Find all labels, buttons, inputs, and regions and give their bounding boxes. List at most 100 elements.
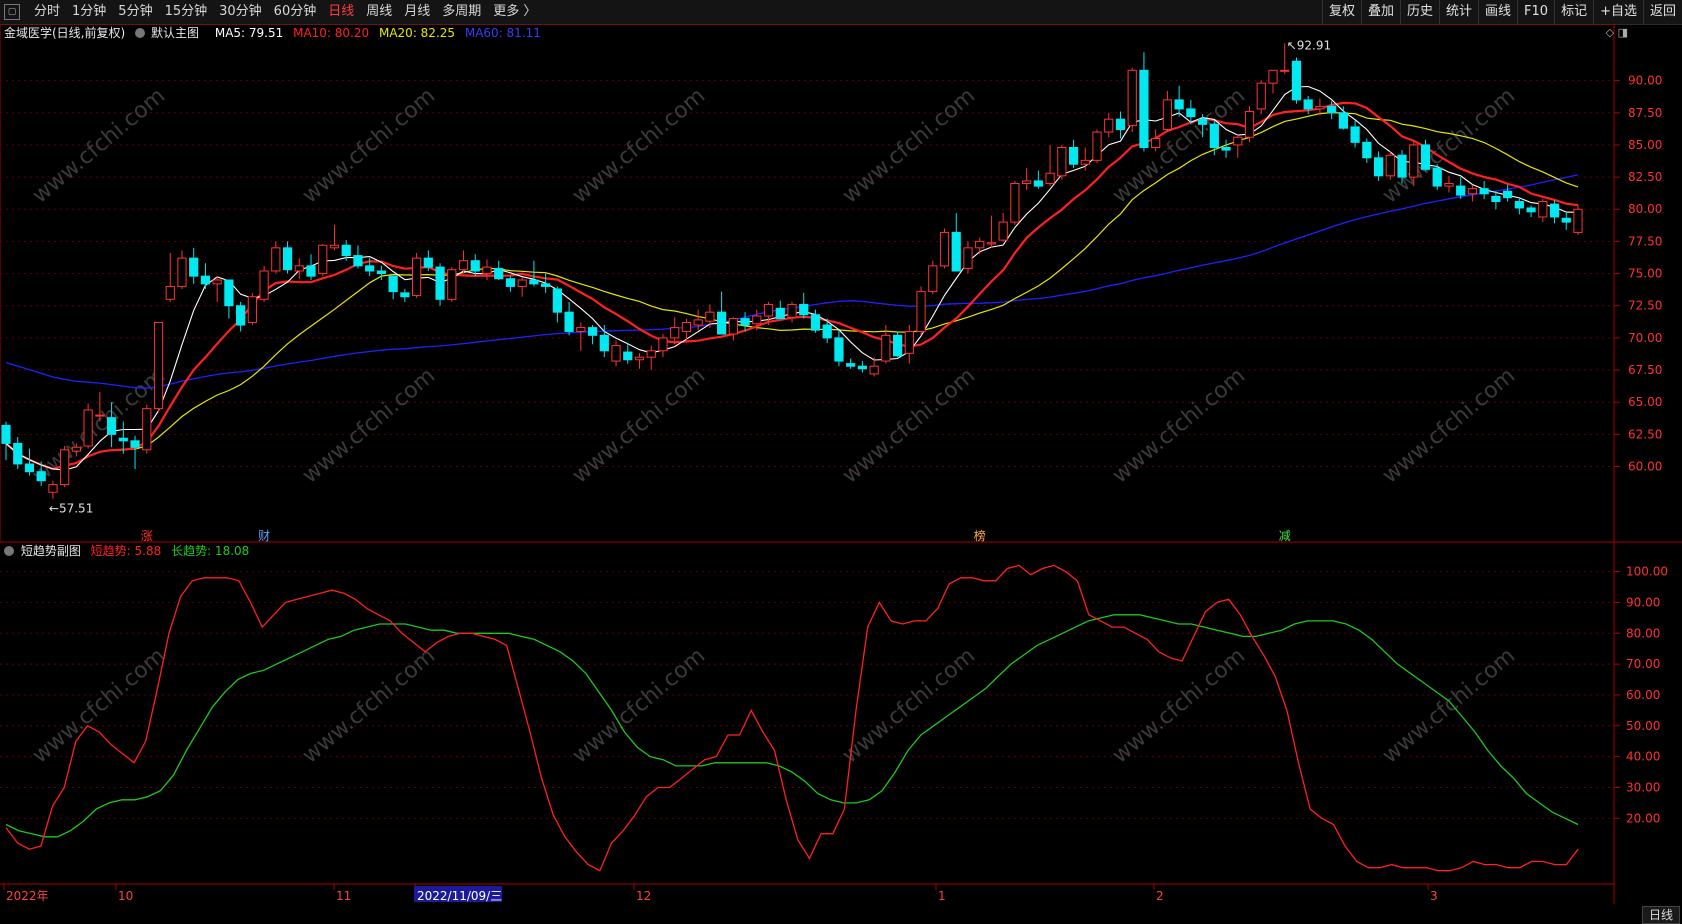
candle-body [118,437,128,442]
period-tab-0[interactable]: 分时 [28,0,66,24]
candle-body [1033,180,1043,187]
tool-button-4[interactable]: 画线 [1478,0,1517,24]
candle-body [505,278,516,287]
period-tab-1[interactable]: 1分钟 [66,0,112,24]
tool-button-0[interactable]: 复权 [1321,0,1361,24]
candle-body [634,356,645,361]
candle-body [611,345,621,362]
tool-button-2[interactable]: 历史 [1399,0,1439,24]
indicator-selector[interactable]: 默认主图 [135,26,205,40]
period-tag[interactable]: 日线 [1641,906,1680,924]
candle-body [1092,131,1102,161]
candle-body [341,244,351,257]
y-tick-label: 82.50 [1628,170,1662,184]
candle-body [142,408,152,451]
candle-body [153,321,164,410]
period-tab-4[interactable]: 30分钟 [213,0,268,24]
tool-button-6[interactable]: 标记 [1554,0,1593,24]
ma5-line [5,85,1579,471]
stock-title: 金域医学(日线,前复权) [4,26,126,40]
sub-title[interactable]: 短趋势副图 [21,544,81,558]
candle-body [1526,207,1536,213]
candle-body [916,291,926,332]
candle-body [1080,159,1090,165]
ma10-line [5,101,1579,471]
period-tab-2[interactable]: 5分钟 [112,0,158,24]
candle-body [482,266,492,275]
period-list: 分时 1分钟 5分钟 15分钟 30分钟 60分钟 日线 周线 月线 多周期 更多 〉 [28,0,542,24]
candle-body [869,365,879,375]
y-tick-label: 30.00 [1626,780,1660,794]
period-tab-5[interactable]: 60分钟 [268,0,323,24]
watermark: www.cfchi.com [298,83,440,208]
candle-body [189,257,199,277]
candle-body [951,231,961,272]
candle-body [247,296,257,323]
dropdown-icon[interactable] [4,546,14,556]
candle-body [1573,208,1583,233]
candle-body [411,257,422,296]
chart-corner-icons: ◇ ◨ [1606,26,1628,39]
candle-body [564,311,574,332]
watermark: www.cfchi.com [838,83,980,208]
tool-button-8[interactable]: 返回 [1642,0,1682,24]
date-label: 10 [118,889,133,903]
candle-body [623,351,633,361]
candle-body [1057,146,1067,177]
candle-body [236,305,246,326]
period-tab-3[interactable]: 15分钟 [159,0,214,24]
window-icon[interactable]: ▢ [4,4,20,20]
period-tab-6[interactable]: 日线 [322,0,360,24]
tool-button-5[interactable]: F10 [1517,0,1554,24]
candle-body [1127,69,1137,127]
candle-body [975,240,985,249]
candle-body [1010,183,1020,223]
candle-body [928,265,938,293]
candle-body [1209,123,1219,148]
tool-button-3[interactable]: 统计 [1439,0,1478,24]
high-annotation: ↖92.91 [1287,38,1331,52]
candle-body [1350,126,1360,143]
panel-icon[interactable]: ◨ [1618,26,1628,39]
candle-body [200,275,211,285]
candle-body [1479,188,1489,195]
candle-body [95,414,105,417]
date-label: 11 [336,889,351,903]
y-tick-label: 75.00 [1628,267,1662,281]
candle-body [294,265,304,272]
y-tick-label: 87.50 [1628,106,1662,120]
toolbar: ▢ 分时 1分钟 5分钟 15分钟 30分钟 60分钟 日线 周线 月线 多周期 更多 〉 复权 叠加… [0,0,1682,25]
period-tab-9[interactable]: 多周期 [436,0,487,24]
candle-body [552,288,562,313]
candle-body [799,303,809,316]
candle-body [1444,183,1454,187]
candle-body [1549,203,1560,218]
watermark: www.cfchi.com [568,363,710,488]
candle-body [1139,69,1149,148]
candle-body [376,270,387,275]
period-tab-8[interactable]: 月线 [398,0,436,24]
watermark: www.cfchi.com [568,643,710,768]
candle-body [541,283,551,287]
diamond-icon[interactable]: ◇ [1606,26,1614,39]
candle-body [271,247,281,272]
candle-body [1409,144,1419,178]
period-tab-10[interactable]: 更多 〉 [487,0,542,24]
candle-body [646,350,656,358]
candle-body [1514,201,1524,209]
ma10-label: MA10: 80.20 [293,26,370,40]
candle-body [106,417,117,435]
candle-body [435,266,445,300]
candle-body [48,484,58,493]
short-trend-label: 短趋势: 5.88 [90,544,162,558]
y-tick-label: 100.00 [1626,565,1668,579]
tool-button-7[interactable]: +自选 [1593,0,1643,24]
candle-body [1151,137,1161,148]
period-tab-7[interactable]: 周线 [360,0,398,24]
candle-body [998,221,1008,241]
y-tick-label: 62.50 [1628,427,1662,441]
candle-body [717,311,727,335]
ma20-line [5,111,1579,470]
y-tick-label: 60.00 [1626,688,1660,702]
tool-button-1[interactable]: 叠加 [1360,0,1400,24]
